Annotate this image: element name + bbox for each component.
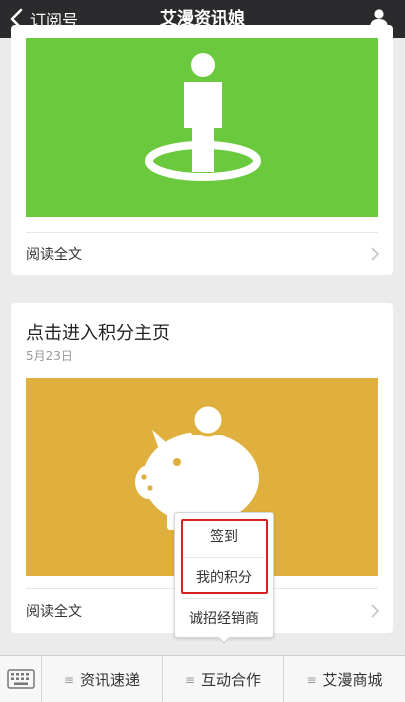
- read-more-link[interactable]: 阅读全文: [26, 601, 82, 621]
- menu-tab-label: 互动合作: [201, 671, 262, 689]
- menu-tab-label: 资讯速递: [80, 671, 141, 689]
- article-cover-image[interactable]: [26, 38, 378, 217]
- person-on-location-icon: [145, 53, 261, 181]
- article-card[interactable]: 阅读全文: [11, 25, 393, 275]
- menu-item-recruit-dealers[interactable]: 诚招经销商: [175, 599, 273, 639]
- menu-icon: ≡: [63, 672, 75, 687]
- card-divider: [26, 232, 378, 233]
- bottom-menu-bar: ≡ 资讯速递 ≡ 互动合作 ≡ 艾漫商城: [0, 655, 405, 702]
- read-more-link[interactable]: 阅读全文: [26, 244, 82, 264]
- chevron-right-icon: [371, 604, 379, 618]
- menu-tab-interaction[interactable]: ≡ 互动合作: [163, 656, 284, 702]
- article-title[interactable]: 点击进入积分主页: [26, 319, 170, 345]
- menu-tab-label: 艾漫商城: [322, 671, 383, 689]
- menu-icon: ≡: [306, 672, 317, 687]
- popup-pointer-fill: [218, 636, 230, 642]
- menu-tab-mall[interactable]: ≡ 艾漫商城: [284, 656, 405, 702]
- highlight-annotation-box: [181, 519, 268, 594]
- keyboard-toggle-button[interactable]: [0, 656, 42, 702]
- menu-tab-news[interactable]: ≡ 资讯速递: [42, 656, 163, 702]
- article-date: 5月23日: [26, 349, 73, 363]
- menu-icon: ≡: [184, 672, 196, 687]
- keyboard-icon: [7, 669, 35, 689]
- chevron-right-icon: [371, 247, 379, 261]
